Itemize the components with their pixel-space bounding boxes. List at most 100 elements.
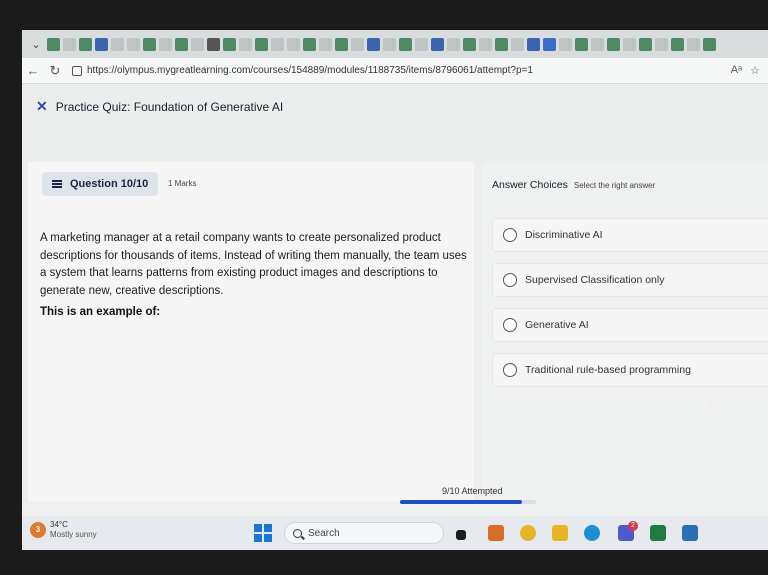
- lock-icon[interactable]: [72, 65, 82, 76]
- tab-favicon-icon[interactable]: [623, 37, 636, 51]
- quiz-page: ✕ Practice Quiz: Foundation of Generativ…: [22, 84, 768, 502]
- weather-condition: Mostly sunny: [50, 530, 97, 539]
- close-icon[interactable]: ✕: [36, 98, 48, 115]
- tab-favicon-icon[interactable]: [191, 37, 204, 51]
- read-aloud-icon[interactable]: Aᵃ: [731, 64, 742, 77]
- tab-favicon-icon[interactable]: [63, 37, 76, 51]
- task-view-icon[interactable]: [456, 530, 466, 540]
- tab-favicon-icon[interactable]: [671, 37, 684, 51]
- answer-choice-supervised-classification[interactable]: Supervised Classification only: [492, 263, 768, 297]
- question-panel: Question 10/10 1 Marks A marketing manag…: [28, 162, 474, 502]
- tab-favicon-icon[interactable]: [431, 37, 444, 51]
- question-text: A marketing manager at a retail company …: [40, 232, 467, 297]
- tab-favicon-icon[interactable]: [687, 37, 700, 51]
- tab-favicon-icon[interactable]: [575, 37, 588, 51]
- search-placeholder: Search: [308, 527, 340, 539]
- tab-favicon-icon[interactable]: [319, 37, 332, 51]
- weather-text: 34°C Mostly sunny: [50, 520, 97, 540]
- tab-favicon-icon[interactable]: [463, 37, 476, 51]
- tab-list-chevron-icon[interactable]: ⌄: [28, 38, 44, 51]
- tab-favicon-icon[interactable]: [159, 37, 172, 51]
- answer-heading: Answer Choices: [492, 179, 568, 191]
- chrome-icon[interactable]: [520, 525, 536, 541]
- tab-favicon-icon[interactable]: [239, 37, 252, 51]
- tab-favicon-icon[interactable]: [287, 37, 300, 51]
- tab-favicon-icon[interactable]: [175, 37, 188, 51]
- tab-favicon-icon[interactable]: [47, 37, 60, 51]
- address-actions: Aᵃ ☆: [731, 64, 768, 77]
- choice-label: Traditional rule-based programming: [525, 364, 691, 376]
- taskbar: 3 34°C Mostly sunny Search 2: [22, 516, 768, 550]
- radio-button[interactable]: [503, 363, 517, 377]
- tab-favicon-icon[interactable]: [111, 37, 124, 51]
- answer-choice-rule-based[interactable]: Traditional rule-based programming: [492, 353, 768, 387]
- weather-badge: 3: [30, 522, 46, 538]
- radio-button[interactable]: [503, 318, 517, 332]
- tab-favicon-icon[interactable]: [527, 37, 540, 51]
- screen: ⌄ ← ↻ https://olympus.mygreatlearning.co…: [22, 30, 768, 550]
- address-bar: ← ↻ https://olympus.mygreatlearning.com/…: [22, 58, 768, 84]
- tab-favicon-icon[interactable]: [271, 37, 284, 51]
- tab-favicon-icon[interactable]: [511, 37, 524, 51]
- tab-favicon-icon[interactable]: [95, 37, 108, 51]
- tab-favicon-icon[interactable]: [351, 37, 364, 51]
- snipping-tool-icon[interactable]: [488, 525, 504, 541]
- tab-favicon-icon[interactable]: [639, 37, 652, 51]
- tab-favicon-icon[interactable]: [127, 37, 140, 51]
- refresh-icon[interactable]: ↻: [44, 63, 66, 79]
- tab-favicon-icon[interactable]: [335, 37, 348, 51]
- tab-favicon-icon[interactable]: [303, 37, 316, 51]
- url-field[interactable]: https://olympus.mygreatlearning.com/cour…: [72, 65, 533, 76]
- question-number: Question 10/10: [70, 178, 149, 190]
- choice-label: Discriminative AI: [525, 229, 603, 241]
- tab-favicon-icon[interactable]: [207, 37, 220, 51]
- answer-panel: Answer Choices Select the right answer D…: [482, 162, 768, 502]
- edge-icon[interactable]: [584, 525, 600, 541]
- tab-favicon-icon[interactable]: [543, 37, 556, 51]
- tab-favicon-icon[interactable]: [479, 37, 492, 51]
- marks-label: 1 Marks: [168, 179, 197, 188]
- tab-favicon-icon[interactable]: [559, 37, 572, 51]
- tab-favicon-icon[interactable]: [591, 37, 604, 51]
- excel-icon[interactable]: [650, 525, 666, 541]
- tab-favicon-icon[interactable]: [255, 37, 268, 51]
- answer-subheading: Select the right answer: [573, 181, 656, 190]
- taskbar-search[interactable]: Search: [284, 522, 444, 544]
- weather-widget[interactable]: 3 34°C Mostly sunny: [30, 520, 97, 540]
- radio-button[interactable]: [503, 273, 517, 287]
- progress-bar: [400, 500, 536, 504]
- question-badge[interactable]: Question 10/10: [42, 172, 158, 196]
- quiz-header: ✕ Practice Quiz: Foundation of Generativ…: [36, 98, 283, 115]
- tab-favicon-icon[interactable]: [607, 37, 620, 51]
- url-text[interactable]: https://olympus.mygreatlearning.com/cour…: [87, 65, 533, 76]
- tab-favicon-icon[interactable]: [79, 37, 92, 51]
- choice-label: Supervised Classification only: [525, 274, 665, 286]
- teams-icon[interactable]: 2: [618, 521, 638, 541]
- tab-favicon-icon[interactable]: [143, 37, 156, 51]
- temperature: 34°C: [50, 520, 68, 529]
- windows-start-icon[interactable]: [254, 524, 272, 542]
- tab-favicon-icon[interactable]: [367, 37, 380, 51]
- tab-favicon-icon[interactable]: [655, 37, 668, 51]
- search-icon: [293, 528, 302, 538]
- menu-icon: [52, 180, 62, 188]
- radio-button[interactable]: [503, 228, 517, 242]
- favorite-star-icon[interactable]: ☆: [750, 64, 760, 77]
- tab-favicon-icon[interactable]: [383, 37, 396, 51]
- back-icon[interactable]: ←: [22, 63, 44, 78]
- tab-favicon-icon[interactable]: [447, 37, 460, 51]
- answer-header: Answer Choices Select the right answer: [492, 179, 655, 191]
- tab-favicon-icon[interactable]: [399, 37, 412, 51]
- answer-choice-discriminative-ai[interactable]: Discriminative AI: [492, 218, 768, 252]
- tab-favicon-icon[interactable]: [223, 37, 236, 51]
- tab-favicon-icon[interactable]: [415, 37, 428, 51]
- progress-label: 9/10 Attempted: [442, 486, 503, 496]
- answer-choice-generative-ai[interactable]: Generative AI: [492, 308, 768, 342]
- choice-label: Generative AI: [525, 319, 589, 331]
- notepad-icon[interactable]: [682, 525, 698, 541]
- file-explorer-icon[interactable]: [552, 525, 568, 541]
- teams-badge: 2: [628, 521, 638, 531]
- tab-favicon-icon[interactable]: [703, 37, 716, 51]
- question-prompt: This is an example of:: [40, 306, 161, 318]
- tab-favicon-icon[interactable]: [495, 37, 508, 51]
